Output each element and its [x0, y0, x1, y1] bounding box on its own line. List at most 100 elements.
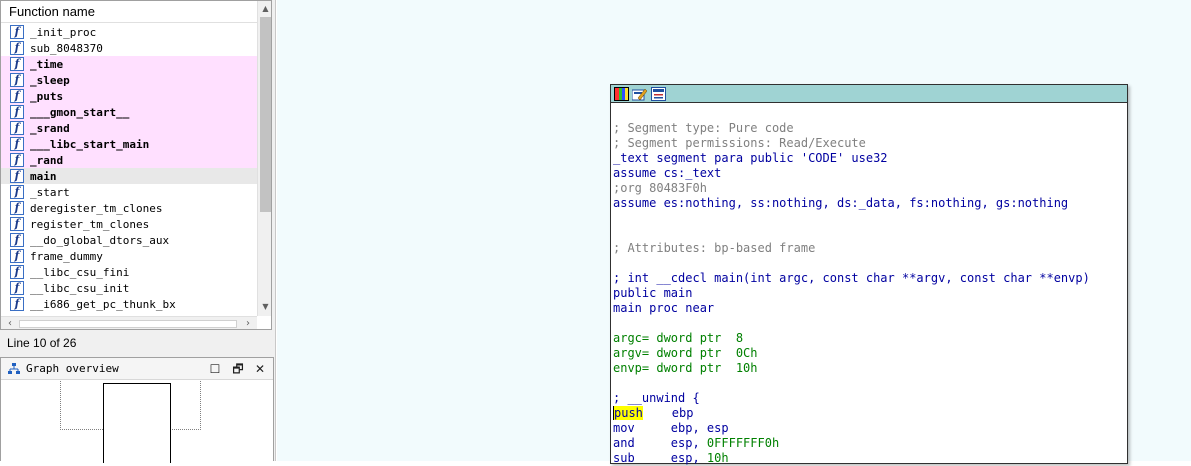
graph-overview-canvas[interactable] — [1, 381, 273, 463]
disassembly-line[interactable]: main proc near — [613, 301, 1125, 316]
disassembly-line[interactable]: ; Attributes: bp-based frame — [613, 241, 1125, 256]
function-name: __do_global_dtors_aux — [30, 233, 170, 247]
function-name: _puts — [30, 89, 64, 103]
code-token: 0Ch — [735, 346, 758, 360]
code-token: 10h — [735, 361, 758, 375]
vertical-scroll-thumb[interactable] — [260, 17, 271, 212]
disassembly-line[interactable]: mov ebp, esp — [613, 421, 1125, 436]
function-name: _init_proc — [30, 25, 97, 39]
function-icon: f — [10, 265, 24, 279]
disassembly-line[interactable] — [613, 226, 1125, 241]
function-row[interactable]: f _start — [1, 184, 257, 200]
disassembly-line[interactable]: ; Segment permissions: Read/Execute — [613, 136, 1125, 151]
float-window-icon[interactable]: 🗗 — [229, 360, 247, 378]
function-row[interactable]: f __libc_csu_init — [1, 280, 257, 296]
code-token: sub esp, — [613, 451, 707, 465]
function-row[interactable]: f sub_8048370 — [1, 40, 257, 56]
vertical-scrollbar[interactable]: ▲ ▼ — [257, 1, 271, 316]
function-icon: f — [10, 105, 24, 119]
disassembly-listing[interactable]: ; Segment type: Pure code; Segment permi… — [613, 121, 1125, 466]
function-icon: f — [10, 233, 24, 247]
function-row[interactable]: f __libc_csu_fini — [1, 264, 257, 280]
disassembly-line[interactable]: ; int __cdecl main(int argc, const char … — [613, 271, 1125, 286]
function-name: __libc_csu_init — [30, 281, 130, 295]
scroll-right-arrow-icon[interactable]: › — [241, 317, 255, 329]
disassembly-line[interactable]: _text segment para public 'CODE' use32 — [613, 151, 1125, 166]
disassembly-line[interactable]: envp= dword ptr 10h — [613, 361, 1125, 376]
function-row[interactable]: f register_tm_clones — [1, 216, 257, 232]
graph-overview-icon — [8, 363, 20, 374]
code-token: assume es:nothing, ss:nothing, ds:_data,… — [613, 196, 1069, 210]
code-token: _text segment para public 'CODE' use32 — [613, 151, 888, 165]
function-icon: f — [10, 217, 24, 231]
function-row[interactable]: f deregister_tm_clones — [1, 200, 257, 216]
code-token: ;org 80483F0h — [613, 181, 707, 195]
disassembly-line[interactable]: ; __unwind { — [613, 391, 1125, 406]
scroll-up-arrow-icon[interactable]: ▲ — [258, 1, 271, 16]
left-dock: Function name f _init_proc f sub_8048370 f _t… — [0, 0, 276, 463]
scroll-down-arrow-icon[interactable]: ▼ — [258, 299, 271, 314]
code-token: and esp, — [613, 436, 707, 450]
disassembly-line[interactable]: sub esp, 10h — [613, 451, 1125, 466]
disassembly-line[interactable] — [613, 211, 1125, 226]
disassembly-line[interactable]: assume es:nothing, ss:nothing, ds:_data,… — [613, 196, 1125, 211]
function-icon: f — [10, 169, 24, 183]
close-icon[interactable]: ✕ — [251, 360, 269, 378]
code-token: ; __unwind { — [613, 391, 700, 405]
color-palette-icon[interactable] — [614, 87, 629, 101]
disassembly-line[interactable]: argc= dword ptr 8 — [613, 331, 1125, 346]
scroll-left-arrow-icon[interactable]: ‹ — [3, 317, 17, 329]
function-row[interactable]: f __do_global_dtors_aux — [1, 232, 257, 248]
code-token: main proc near — [613, 301, 715, 315]
disassembly-node-window[interactable]: ; Segment type: Pure code; Segment permi… — [610, 84, 1128, 466]
function-name: __i686_get_pc_thunk_bx — [30, 297, 176, 311]
function-icon: f — [10, 281, 24, 295]
function-icon: f — [10, 153, 24, 167]
function-row[interactable]: f _sleep — [1, 72, 257, 88]
horizontal-scroll-thumb[interactable] — [19, 320, 237, 328]
horizontal-scrollbar[interactable]: ‹ › — [1, 316, 257, 329]
code-token: 0FFFFFFF0h — [706, 436, 780, 450]
function-row[interactable]: f _time — [1, 56, 257, 72]
function-row[interactable]: f main — [1, 168, 257, 184]
function-row[interactable]: f __i686_get_pc_thunk_bx — [1, 296, 257, 312]
function-name: main — [30, 169, 57, 183]
graph-node-block — [103, 383, 171, 463]
disassembly-line[interactable]: assume cs:_text — [613, 166, 1125, 181]
disassembly-line[interactable]: and esp, 0FFFFFFF0h — [613, 436, 1125, 451]
function-name-column-header[interactable]: Function name — [1, 1, 257, 23]
disassembly-line[interactable] — [613, 376, 1125, 391]
function-list[interactable]: f _init_proc f sub_8048370 f _time f _sleep f _pu… — [1, 24, 257, 316]
minimize-icon[interactable]: ☐ — [206, 360, 224, 378]
function-icon: f — [10, 41, 24, 55]
graph-overview-header: Graph overview ☐ 🗗 ✕ — [1, 358, 273, 380]
disassembly-line[interactable]: ; Segment type: Pure code — [613, 121, 1125, 136]
function-name: _srand — [30, 121, 70, 135]
rename-node-icon[interactable] — [632, 87, 647, 101]
code-token: assume cs:_text — [613, 166, 722, 180]
group-nodes-icon[interactable] — [651, 87, 666, 101]
disassembly-line[interactable]: ;org 80483F0h — [613, 181, 1125, 196]
disassembly-line[interactable] — [613, 256, 1125, 271]
disassembly-line[interactable]: push ebp — [613, 406, 1125, 421]
function-name: ___libc_start_main — [30, 137, 150, 151]
function-row[interactable]: f frame_dummy — [1, 248, 257, 264]
function-icon: f — [10, 25, 24, 39]
node-toolbar — [611, 85, 1127, 103]
function-row[interactable]: f ___libc_start_main — [1, 136, 257, 152]
line-status: Line 10 of 26 — [7, 336, 77, 350]
function-icon: f — [10, 57, 24, 71]
graph-overview-panel: Graph overview ☐ 🗗 ✕ — [0, 357, 274, 463]
function-icon: f — [10, 297, 24, 311]
code-token: ; Segment type: Pure code — [613, 121, 794, 135]
disassembly-line[interactable]: argv= dword ptr 0Ch — [613, 346, 1125, 361]
function-row[interactable]: f ___gmon_start__ — [1, 104, 257, 120]
function-row[interactable]: f _srand — [1, 120, 257, 136]
disassembly-line[interactable] — [613, 316, 1125, 331]
disassembly-line[interactable]: public main — [613, 286, 1125, 301]
function-row[interactable]: f _init_proc — [1, 24, 257, 40]
code-token: public main — [613, 286, 693, 300]
function-row[interactable]: f _puts — [1, 88, 257, 104]
code-token: ; Segment permissions: Read/Execute — [613, 136, 866, 150]
function-row[interactable]: f _rand — [1, 152, 257, 168]
